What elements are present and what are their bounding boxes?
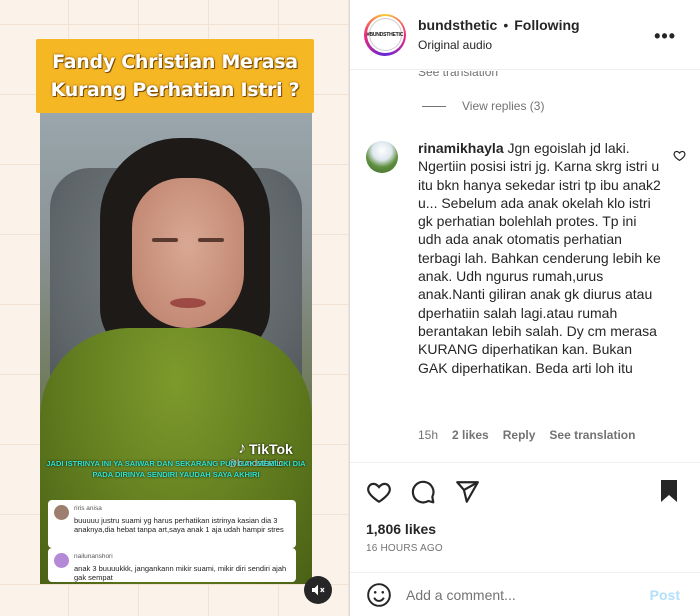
video-person-face bbox=[132, 178, 244, 328]
video-eye-left bbox=[152, 238, 178, 242]
header-separator: • bbox=[503, 17, 509, 33]
header-username[interactable]: bundsthetic bbox=[418, 17, 497, 33]
video-title-line1: Fandy Christian Merasa bbox=[52, 51, 298, 73]
post-timestamp: 16 HOURS AGO bbox=[366, 543, 443, 554]
comment-like-heart-icon[interactable] bbox=[673, 149, 686, 162]
comment-see-translation[interactable]: See translation bbox=[549, 428, 635, 442]
video-title-banner: Fandy Christian Merasa Kurang Perhatian … bbox=[36, 39, 314, 113]
overlay-comment-card: riris anisa buuuuu justru suami yg harus… bbox=[48, 500, 296, 548]
more-horizontal-icon[interactable]: ••• bbox=[654, 26, 676, 47]
overlay-comment-text: buuuuu justru suami yg harus perhatikan … bbox=[74, 515, 284, 535]
comment-avatar[interactable] bbox=[366, 141, 398, 173]
comment-body: rinamikhayla Jgn egoislah jd laki. Ngert… bbox=[418, 139, 662, 377]
like-heart-icon[interactable] bbox=[366, 479, 392, 505]
tiktok-watermark: ♪ TikTok bbox=[238, 440, 293, 458]
overlay-comment-text: anak 3 buuuukkk, jangankann mikir suami,… bbox=[74, 563, 287, 583]
post-button[interactable]: Post bbox=[650, 587, 680, 603]
comment-input[interactable] bbox=[406, 586, 636, 603]
overlay-comment-name: riris anisa bbox=[74, 505, 102, 512]
mute-button[interactable] bbox=[304, 576, 332, 604]
likes-count[interactable]: 1,806 likes bbox=[366, 521, 436, 537]
comment-username[interactable]: rinamikhayla bbox=[418, 140, 504, 156]
video-eye-right bbox=[198, 238, 224, 242]
replies-divider bbox=[422, 105, 446, 107]
original-audio-link[interactable]: Original audio bbox=[418, 38, 580, 52]
comments-section[interactable]: See translation View replies (3) rinamik… bbox=[350, 71, 700, 462]
video-caption: JADI ISTRINYA INI YA SAIWAR DAN SEKARANG… bbox=[46, 459, 306, 479]
avatar-logo: #BUNDSTHETIC bbox=[367, 18, 403, 51]
tiktok-logo-icon: ♪ bbox=[238, 440, 246, 457]
post-header: #BUNDSTHETIC bundsthetic • Following Ori… bbox=[350, 0, 700, 70]
bookmark-icon[interactable] bbox=[658, 479, 680, 503]
see-translation-link[interactable]: See translation bbox=[418, 71, 498, 79]
comment-text: Jgn egoislah jd laki. Ngertiin posisi is… bbox=[418, 140, 661, 376]
add-comment-bar: Post bbox=[350, 572, 700, 616]
comment-meta: 15h 2 likes Reply See translation bbox=[418, 428, 635, 442]
comment-bubble-icon[interactable] bbox=[410, 479, 436, 505]
view-replies-button[interactable]: View replies (3) bbox=[422, 99, 544, 113]
comment-reply-button[interactable]: Reply bbox=[503, 428, 536, 442]
overlay-comment-avatar bbox=[54, 553, 69, 568]
avatar[interactable]: #BUNDSTHETIC bbox=[364, 13, 406, 56]
emoji-icon[interactable] bbox=[366, 582, 392, 608]
overlay-comment-name: nailunanshori bbox=[74, 553, 113, 560]
video-title-line2: Kurang Perhatian Istri ? bbox=[50, 79, 300, 101]
comment-time: 15h bbox=[418, 428, 439, 442]
post-actions: 1,806 likes 16 HOURS AGO bbox=[350, 462, 700, 566]
view-replies-label: View replies (3) bbox=[462, 99, 545, 113]
tiktok-label: TikTok bbox=[249, 441, 293, 457]
speaker-muted-icon bbox=[312, 584, 325, 596]
comment-likes[interactable]: 2 likes bbox=[452, 428, 489, 442]
media-pane: Fandy Christian Merasa Kurang Perhatian … bbox=[0, 0, 350, 616]
video-mouth bbox=[170, 298, 206, 308]
share-send-icon[interactable] bbox=[454, 479, 480, 505]
overlay-comment-card: nailunanshori anak 3 buuuukkk, jangankan… bbox=[48, 548, 296, 582]
overlay-comment-avatar bbox=[54, 505, 69, 520]
following-button[interactable]: Following bbox=[514, 17, 579, 33]
